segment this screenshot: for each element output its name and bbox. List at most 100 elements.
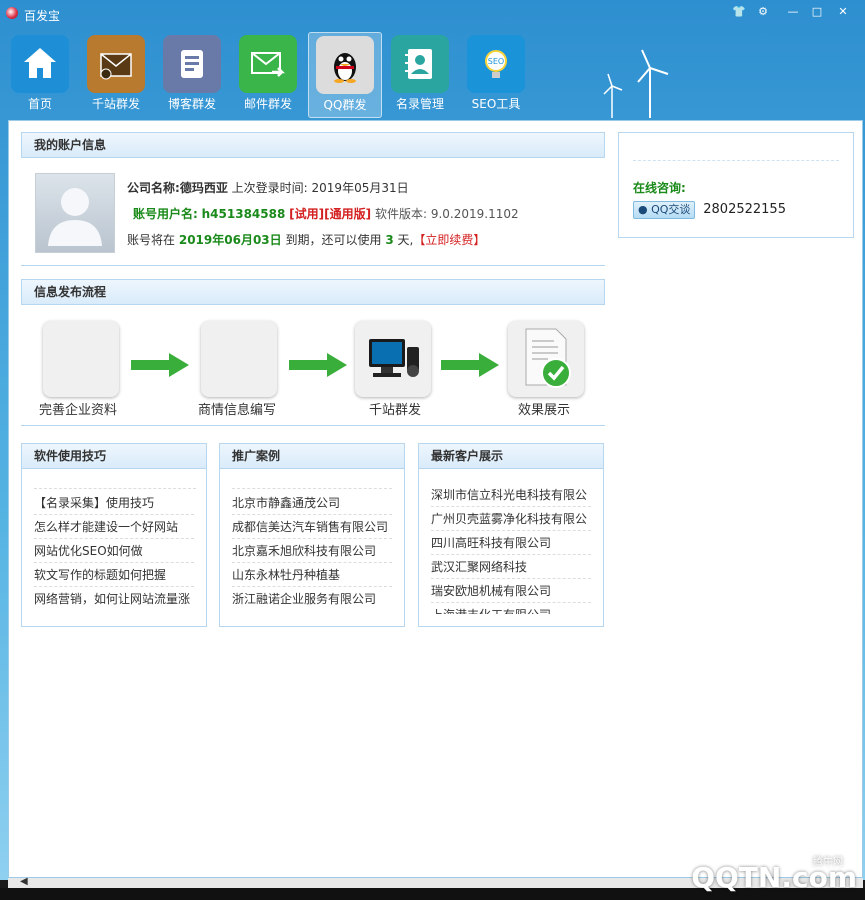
step-company-profile-icon[interactable] [43, 321, 119, 397]
toolbar-home[interactable]: 首页 [4, 32, 76, 116]
watermark-logo: QQTN.com [691, 861, 857, 894]
toolbar-label: 首页 [27, 97, 52, 111]
qq-chat-button[interactable]: ● QQ交谈 [633, 201, 696, 219]
arrow-right-icon [441, 353, 499, 377]
divider [633, 160, 839, 161]
toolbar-directory[interactable]: 名录管理 [384, 32, 456, 116]
case-item[interactable]: 北京市静鑫通茂公司 [232, 492, 392, 515]
computer-monitor-icon [369, 339, 419, 377]
case-item[interactable]: 浙江融诺企业服务有限公司 [232, 588, 392, 610]
tips-panel-header: 软件使用技巧 [21, 443, 207, 469]
customer-item[interactable]: 武汉汇聚网络科技 [431, 556, 591, 579]
toolbar-seo-tools[interactable]: SEO SEO工具 [460, 32, 532, 116]
trial-tag: [试用] [289, 207, 325, 221]
toolbar-label: SEO工具 [471, 97, 521, 111]
tips-item[interactable]: 软文写作的标题如何把握 [34, 564, 194, 587]
account-expire-line: 账号将在 2019年06月03日 到期，还可以使用 3 天,【立即续费】 [127, 231, 485, 248]
toolbar-label: QQ群发 [323, 98, 367, 112]
renew-link[interactable]: 【立即续费】 [413, 233, 485, 247]
app-logo-icon [6, 7, 18, 19]
title-bar: 百发宝 👕 ⚙ — □ ✕ [0, 0, 865, 28]
minimize-icon[interactable]: — [784, 4, 802, 20]
tips-panel: 软件使用技巧 【名录采集】使用技巧 怎么样才能建设一个好网站 网站优化SEO如何… [21, 443, 207, 627]
customer-item[interactable]: 广州贝壳蓝雾净化科技有限公 [431, 508, 591, 531]
windmill-decoration-icon [603, 49, 669, 118]
customer-item[interactable]: 上海港丰化工有限公司 [431, 604, 591, 614]
cases-panel: 推广案例 北京市静鑫通茂公司 成都信美达汽车销售有限公司 北京嘉禾旭欣科技有限公… [219, 443, 405, 627]
process-panel-header: 信息发布流程 [21, 279, 605, 305]
toolbar-blog-broadcast[interactable]: 博客群发 [156, 32, 228, 116]
customers-panel-header: 最新客户展示 [418, 443, 604, 469]
close-icon[interactable]: ✕ [834, 4, 852, 20]
main-toolbar: 首页 千站群发 博客群发 邮件群发 QQ群发 名录管理 SEO SEO工具 [0, 28, 865, 118]
app-title: 百发宝 [24, 9, 61, 23]
toolbar-mail-broadcast[interactable]: 邮件群发 [232, 32, 304, 116]
envelope-stack-icon [87, 35, 145, 93]
days-left: 3 [385, 233, 394, 247]
main-content: 我的账户信息 公司名称:德玛西亚 上次登录时间: 2019年05月31日 账号用… [8, 120, 863, 878]
qq-penguin-icon [316, 36, 374, 94]
arrow-right-icon [289, 353, 347, 377]
customer-item[interactable]: 瑞安欧旭机械有限公司 [431, 580, 591, 603]
expire-date: 2019年06月03日 [178, 233, 282, 247]
toolbar-label: 邮件群发 [243, 97, 292, 111]
qq-number: 2802522155 [703, 202, 786, 217]
version-value: 9.0.2019.1102 [430, 207, 519, 221]
toolbar-label: 名录管理 [395, 97, 444, 111]
user-silhouette-icon [48, 188, 102, 246]
case-item[interactable]: 山东永林牡丹种植基 [232, 564, 392, 587]
divider [21, 265, 605, 266]
cases-panel-header: 推广案例 [219, 443, 405, 469]
step-broadcast-icon[interactable] [355, 321, 431, 397]
toolbar-qq-broadcast[interactable]: QQ群发 [308, 32, 382, 118]
shirt-icon[interactable]: 👕 [730, 4, 748, 20]
username-value: h451384588 [201, 207, 286, 221]
document-check-icon [525, 328, 571, 388]
divider [21, 425, 605, 426]
edition-tag: [通用版] [324, 207, 372, 221]
list-separator [34, 478, 196, 489]
last-login-date: 2019年05月31日 [311, 181, 409, 195]
home-icon [11, 35, 69, 93]
toolbar-site-broadcast[interactable]: 千站群发 [80, 32, 152, 116]
document-icon [163, 35, 221, 93]
step-label: 完善企业资料 [39, 403, 118, 418]
account-username-line: 账号用户名: h451384588 [试用][通用版] 软件版本: 9.0.20… [133, 205, 519, 222]
mail-forward-icon [239, 35, 297, 93]
step-result-icon[interactable] [508, 321, 584, 397]
toolbar-label: 博客群发 [167, 97, 216, 111]
avatar [35, 173, 115, 253]
case-item[interactable]: 北京嘉禾旭欣科技有限公司 [232, 540, 392, 563]
maximize-icon[interactable]: □ [808, 4, 826, 20]
step-label: 千站群发 [369, 403, 422, 418]
tips-item[interactable]: 网络营销，如何让网站流量涨 [34, 588, 194, 610]
tips-item[interactable]: 【名录采集】使用技巧 [34, 492, 194, 515]
company-name: 德玛西亚 [179, 181, 228, 195]
expire-mid: 到期，还可以使用 [285, 233, 382, 247]
tips-item[interactable]: 怎么样才能建设一个好网站 [34, 516, 194, 539]
company-label: 公司名称: [127, 181, 180, 195]
scroll-left-icon[interactable]: ◀ [20, 876, 28, 887]
step-label: 商情信息编写 [198, 403, 277, 418]
expire-prefix: 账号将在 [127, 233, 176, 247]
step-label: 效果展示 [518, 403, 571, 418]
list-separator [232, 478, 392, 489]
case-item[interactable]: 成都信美达汽车销售有限公司 [232, 516, 392, 539]
seo-bulb-icon: SEO [467, 35, 525, 93]
consult-label: 在线咨询: [633, 181, 686, 195]
days-suffix: 天, [397, 233, 414, 247]
tips-item[interactable]: 网站优化SEO如何做 [34, 540, 194, 563]
contacts-book-icon [391, 35, 449, 93]
last-login-label: 上次登录时间: [231, 181, 308, 195]
svg-text:SEO: SEO [488, 57, 504, 66]
app-window: 百发宝 👕 ⚙ — □ ✕ 首页 千站群发 博客群发 邮件群发 QQ群发 名录管… [0, 0, 865, 880]
toolbar-label: 千站群发 [91, 97, 140, 111]
step-info-writing-icon[interactable] [201, 321, 277, 397]
customers-panel: 最新客户展示 深圳市信立科光电科技有限公 广州贝壳蓝雾净化科技有限公 四川高旺科… [418, 443, 604, 627]
username-label: 账号用户名: [133, 207, 198, 221]
settings-icon[interactable]: ⚙ [754, 4, 772, 20]
consult-row: ● QQ交谈 2802522155 [633, 201, 786, 219]
customer-item[interactable]: 四川高旺科技有限公司 [431, 532, 591, 555]
qq-penguin-icon: ● [638, 203, 652, 216]
customer-item[interactable]: 深圳市信立科光电科技有限公 [431, 484, 591, 507]
